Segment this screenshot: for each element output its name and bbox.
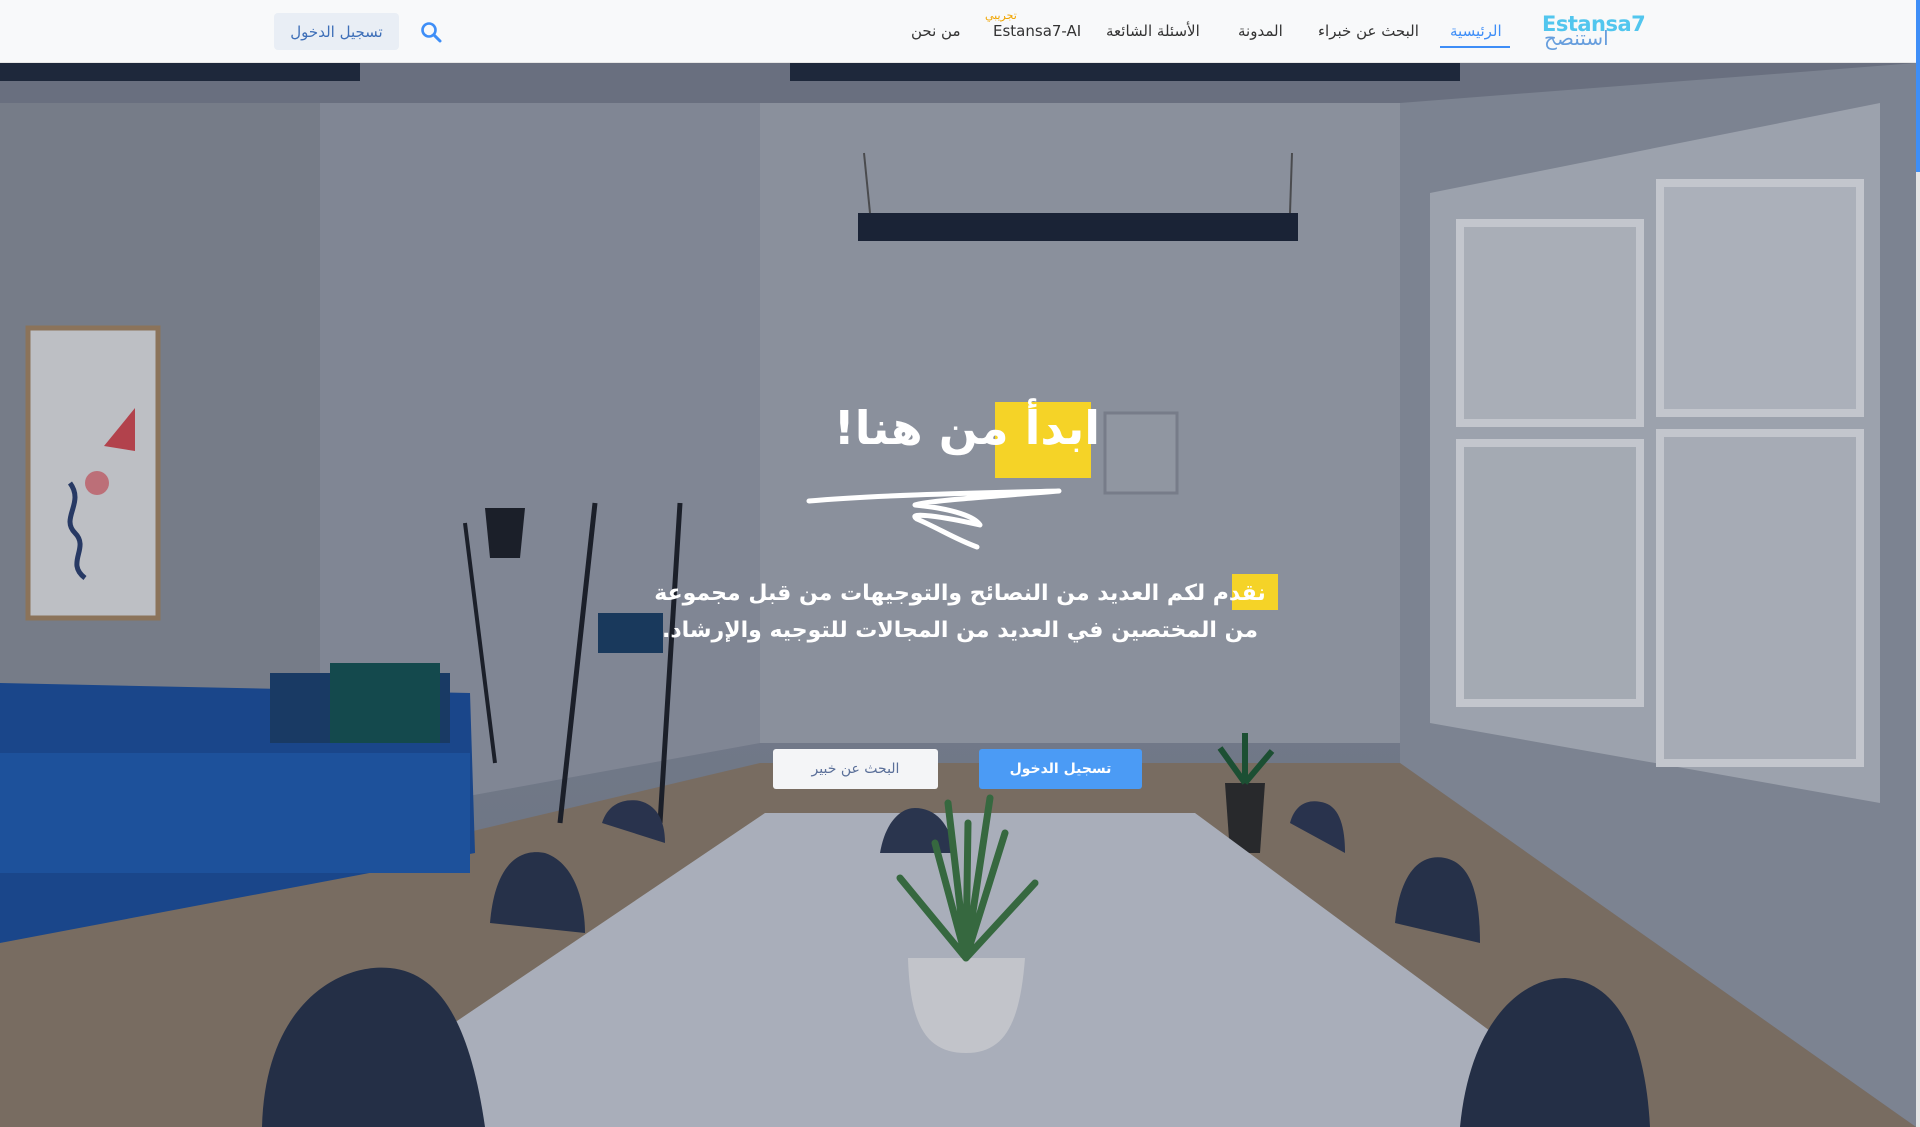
hero-title: ابدأ من هنا! bbox=[833, 401, 1100, 455]
scrollbar-thumb[interactable] bbox=[1916, 0, 1920, 172]
hero-subtitle: نقدم لكم العديد من النصائح والتوجيهات من… bbox=[654, 581, 1266, 643]
nav-badge-beta: تجريبي bbox=[985, 9, 1017, 22]
title-scribble-decoration bbox=[806, 488, 1062, 550]
hero-login-button[interactable]: تسجيل الدخول bbox=[979, 749, 1142, 789]
nav-item-estansa7-ai[interactable]: Estansa7-AI bbox=[993, 22, 1081, 40]
nav-item-home[interactable]: الرئيسية bbox=[1450, 22, 1502, 40]
top-navbar: Estansa7 استنصح الرئيسية البحث عن خبراء … bbox=[0, 0, 1916, 63]
search-icon[interactable] bbox=[419, 20, 443, 44]
site-logo[interactable]: Estansa7 استنصح bbox=[1542, 12, 1646, 50]
hero-find-expert-button[interactable]: البحث عن خبير bbox=[773, 749, 938, 789]
nav-active-underline bbox=[1440, 46, 1510, 48]
nav-item-about[interactable]: من نحن bbox=[911, 22, 961, 40]
header-login-button[interactable]: تسجيل الدخول bbox=[274, 13, 399, 50]
nav-item-find-experts[interactable]: البحث عن خبراء bbox=[1318, 22, 1419, 40]
nav-item-blog[interactable]: المدونة bbox=[1238, 22, 1283, 40]
logo-arabic-text: استنصح bbox=[1544, 26, 1609, 50]
hero-section: ابدأ من هنا! نقدم لكم العديد من النصائح … bbox=[0, 63, 1916, 1127]
nav-item-faq[interactable]: الأسئلة الشائعة bbox=[1106, 22, 1200, 40]
